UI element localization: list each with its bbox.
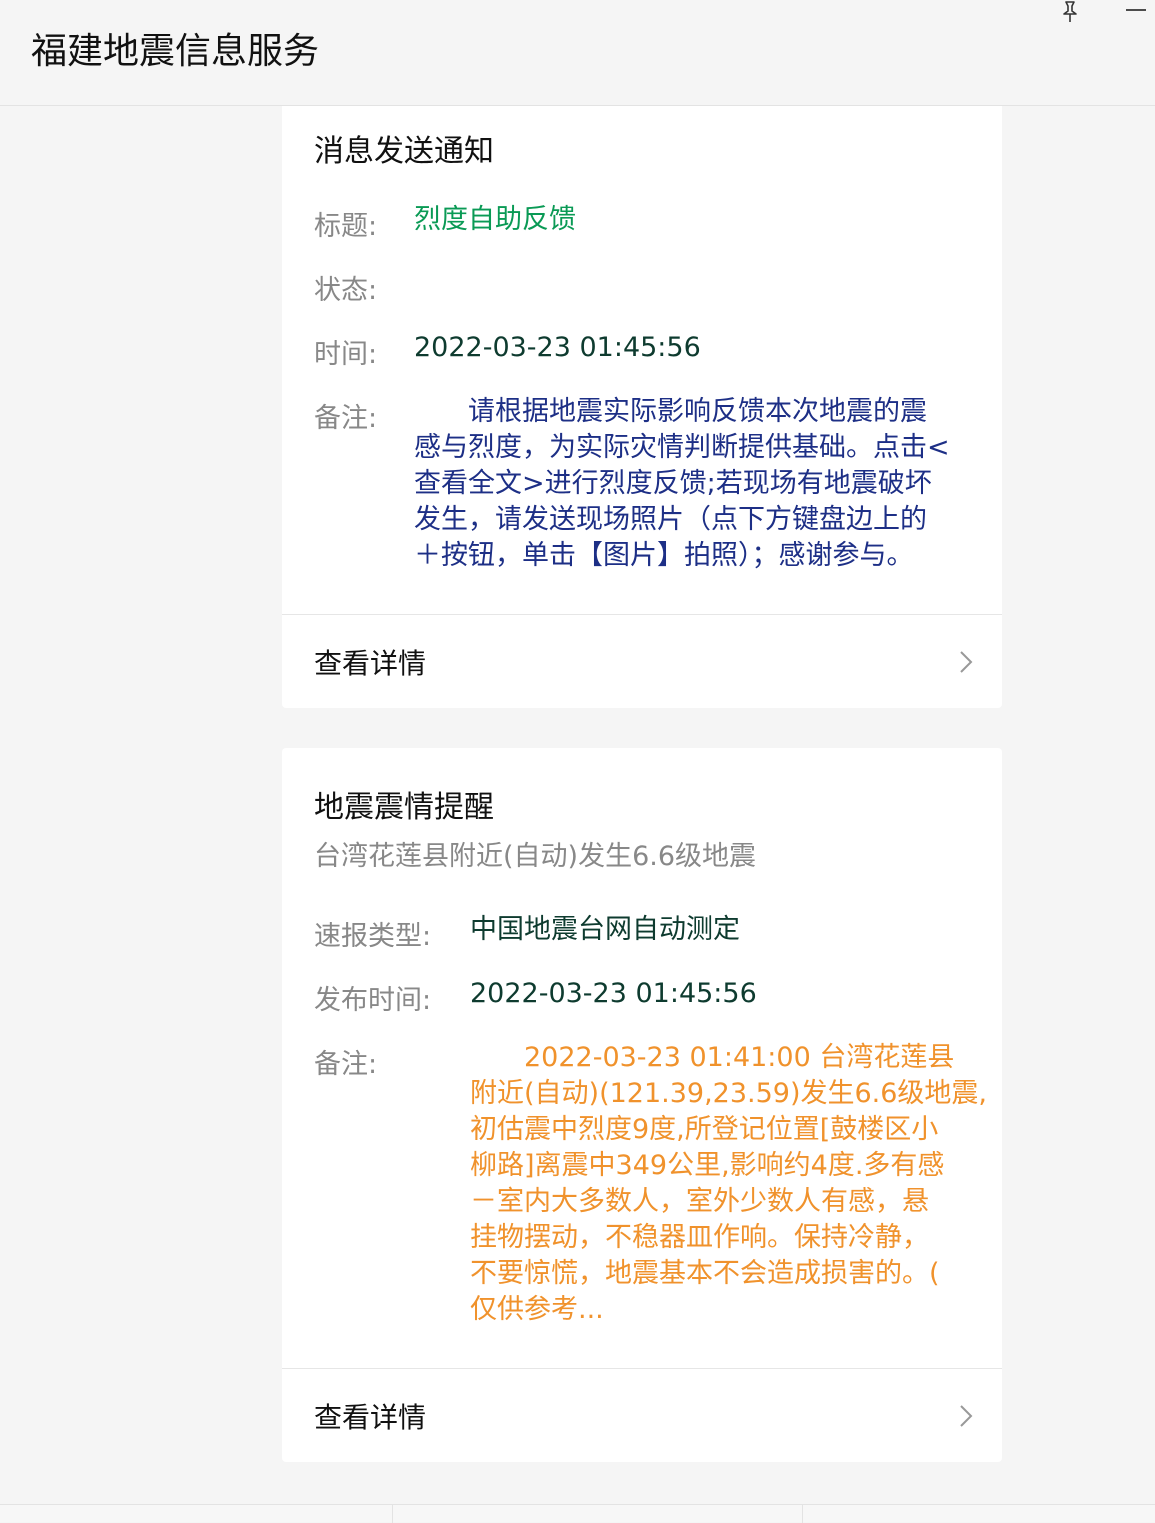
view-details-label: 查看详情: [314, 647, 427, 680]
chevron-right-icon: [960, 1405, 973, 1427]
row-label-remark: 备注:: [314, 1049, 378, 1080]
view-details-button[interactable]: 查看详情: [282, 616, 1002, 708]
remark-line: 请根据地震实际影响反馈本次地震的震: [414, 396, 927, 427]
row-value-remark: 2022-03-23 01:41:00 台湾花莲县 附近(自动)(121.39,…: [470, 1040, 990, 1328]
bottom-menu-bar: [0, 1504, 1155, 1523]
row-value-remark: 请根据地震实际影响反馈本次地震的震 感与烈度，为实际灾情判断提供基础。点击< 查…: [414, 394, 984, 574]
row-value-time: 2022-03-23 01:45:56: [414, 332, 701, 363]
remark-line: 不要惊慌，地震基本不会造成损害的。(: [470, 1258, 940, 1289]
remark-line: 2022-03-23 01:41:00 台湾花莲县: [470, 1042, 955, 1073]
row-label-report-type: 速报类型:: [314, 921, 432, 952]
divider: [282, 614, 1002, 615]
card-title: 地震震情提醒: [314, 790, 494, 825]
remark-line: ＋按钮，单击【图片】拍照）；感谢参与。: [414, 540, 914, 571]
pin-icon[interactable]: [1058, 0, 1082, 24]
row-label-time: 时间:: [314, 339, 378, 370]
chevron-right-icon: [960, 651, 973, 673]
row-label-remark: 备注:: [314, 403, 378, 434]
notice-card: 消息发送通知 标题: 烈度自助反馈 状态: 时间: 2022-03-23 01:…: [282, 106, 1002, 708]
remark-line: －室内大多数人，室外少数人有感，悬: [470, 1186, 929, 1217]
card-title: 消息发送通知: [314, 134, 494, 169]
remark-line: 挂物摆动，不稳器皿作响。保持冷静，: [470, 1222, 929, 1253]
quake-card: 地震震情提醒 台湾花莲县附近(自动)发生6.6级地震 速报类型: 中国地震台网自…: [282, 748, 1002, 1462]
row-value-title: 烈度自助反馈: [414, 204, 576, 235]
row-value-report-type: 中国地震台网自动测定: [470, 914, 740, 945]
bottom-menu-tab[interactable]: [803, 1505, 1155, 1523]
view-details-label: 查看详情: [314, 1401, 427, 1434]
remark-line: 仅供参考...: [470, 1294, 604, 1325]
remark-line: 初估震中烈度9度,所登记位置[鼓楼区小: [470, 1114, 939, 1145]
card-subtitle: 台湾花莲县附近(自动)发生6.6级地震: [314, 841, 757, 872]
remark-line: 柳路]离震中349公里,影响约4度.多有感: [470, 1150, 945, 1181]
remark-line: 感与烈度，为实际灾情判断提供基础。点击<: [414, 432, 950, 463]
view-details-button[interactable]: 查看详情: [282, 1370, 1002, 1462]
row-label-status: 状态:: [314, 275, 378, 306]
divider: [282, 1368, 1002, 1369]
row-label-title: 标题:: [314, 211, 378, 242]
bottom-menu-tab[interactable]: [393, 1505, 803, 1523]
row-value-publish-time: 2022-03-23 01:45:56: [470, 978, 757, 1009]
remark-line: 附近(自动)(121.39,23.59)发生6.6级地震,: [470, 1078, 988, 1109]
bottom-menu-tab[interactable]: [0, 1505, 393, 1523]
remark-line: 发生，请发送现场照片（点下方键盘边上的: [414, 504, 927, 535]
app-header: 福建地震信息服务: [0, 0, 1155, 106]
remark-line: 查看全文>进行烈度反馈;若现场有地震破坏: [414, 468, 932, 499]
row-label-publish-time: 发布时间:: [314, 985, 432, 1016]
minimize-icon[interactable]: [1124, 2, 1148, 18]
app-title: 福建地震信息服务: [31, 31, 320, 72]
